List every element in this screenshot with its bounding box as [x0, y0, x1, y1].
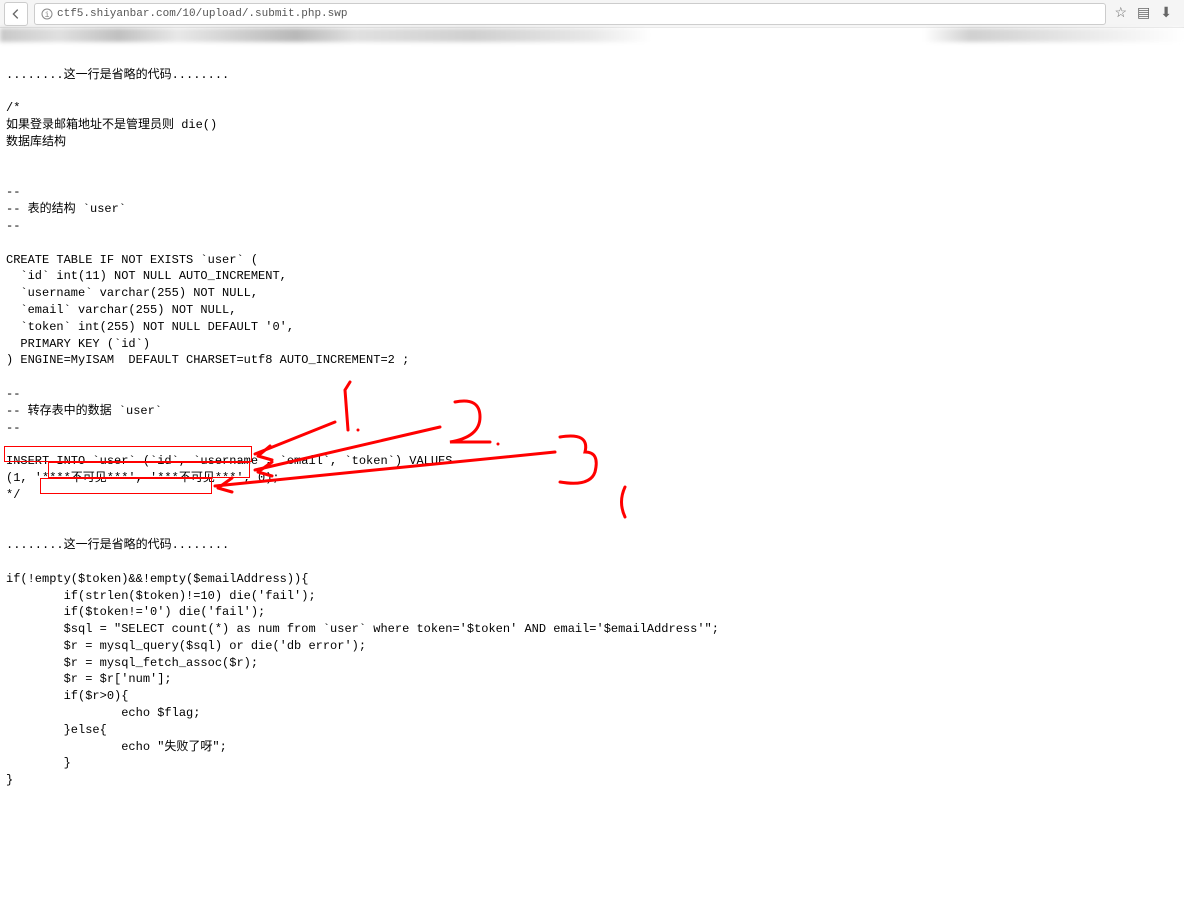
- arrow-1-line: [255, 422, 335, 454]
- code-line: $r = mysql_fetch_assoc($r);: [6, 656, 258, 670]
- code-line: }: [6, 756, 71, 770]
- blurred-bookmarks-bar: [0, 28, 1184, 42]
- back-button[interactable]: [4, 2, 28, 26]
- code-line: /*: [6, 101, 20, 115]
- code-line: INSERT INTO `user` (`id`, `username`, `e…: [6, 454, 452, 468]
- code-line: `email` varchar(255) NOT NULL,: [6, 303, 236, 317]
- page-content: ........这一行是省略的代码........ /* 如果登录邮箱地址不是管…: [0, 42, 1184, 898]
- code-line: ........这一行是省略的代码........: [6, 538, 229, 552]
- url-bar[interactable]: i ctf5.shiyanbar.com/10/upload/.submit.p…: [34, 3, 1106, 25]
- code-line: }else{: [6, 723, 107, 737]
- star-icon[interactable]: ☆: [1114, 5, 1127, 22]
- code-line: `username` varchar(255) NOT NULL,: [6, 286, 258, 300]
- download-icon[interactable]: ⬇: [1160, 5, 1172, 22]
- label-3-stroke: [560, 436, 596, 483]
- code-line: }: [6, 773, 13, 787]
- svg-text:i: i: [45, 11, 50, 20]
- code-line: `token` int(255) NOT NULL DEFAULT '0',: [6, 320, 294, 334]
- code-line: ) ENGINE=MyISAM DEFAULT CHARSET=utf8 AUT…: [6, 353, 409, 367]
- code-line: 数据库结构: [6, 135, 66, 149]
- label-2-stroke: [450, 401, 490, 442]
- code-line: if(!empty($token)&&!empty($emailAddress)…: [6, 572, 308, 586]
- label-1-stroke: [345, 382, 350, 430]
- label-1-dot: [357, 429, 360, 432]
- info-icon: i: [41, 8, 53, 20]
- bookmark-icon[interactable]: ▤: [1137, 5, 1150, 22]
- code-line: --: [6, 219, 20, 233]
- code-line: `id` int(11) NOT NULL AUTO_INCREMENT,: [6, 269, 287, 283]
- browser-toolbar: i ctf5.shiyanbar.com/10/upload/.submit.p…: [0, 0, 1184, 28]
- code-line: --: [6, 185, 20, 199]
- code-line: ........这一行是省略的代码........: [6, 68, 229, 82]
- code-line: echo $flag;: [6, 706, 200, 720]
- toolbar-right: ☆ ▤ ⬇: [1106, 5, 1180, 22]
- code-line: -- 转存表中的数据 `user`: [6, 404, 162, 418]
- code-line: if($token!='0') die('fail');: [6, 605, 265, 619]
- code-line: $sql = "SELECT count(*) as num from `use…: [6, 622, 719, 636]
- code-line: CREATE TABLE IF NOT EXISTS `user` (: [6, 253, 258, 267]
- arrow-left-icon: [9, 7, 23, 21]
- code-line: PRIMARY KEY (`id`): [6, 337, 150, 351]
- label-3-comma: [622, 487, 626, 517]
- code-line: if($r>0){: [6, 689, 128, 703]
- code-line: echo "失败了呀";: [6, 740, 227, 754]
- code-line: 如果登录邮箱地址不是管理员则 die(): [6, 118, 217, 132]
- code-line: (1, '****不可见***', '***不可见***', 0);: [6, 471, 280, 485]
- code-line: $r = mysql_query($sql) or die('db error'…: [6, 639, 366, 653]
- label-2-dot: [497, 443, 500, 446]
- url-text: ctf5.shiyanbar.com/10/upload/.submit.php…: [57, 8, 347, 20]
- code-line: $r = $r['num'];: [6, 672, 172, 686]
- code-line: --: [6, 421, 20, 435]
- code-line: -- 表的结构 `user`: [6, 202, 126, 216]
- code-line: */: [6, 488, 20, 502]
- code-line: if(strlen($token)!=10) die('fail');: [6, 589, 316, 603]
- code-line: --: [6, 387, 20, 401]
